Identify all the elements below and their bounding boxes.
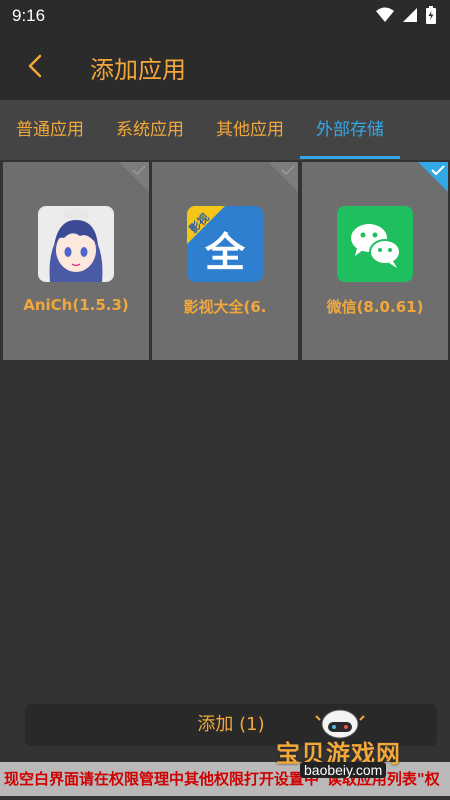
selected-check-icon	[418, 162, 448, 192]
tab-bar: 普通应用 系统应用 其他应用 外部存储	[0, 100, 450, 160]
tab-normal-apps[interactable]: 普通应用	[0, 100, 100, 160]
tab-external-storage[interactable]: 外部存储	[300, 100, 400, 160]
page-title: 添加应用	[90, 56, 186, 84]
watermark-domain: baobeiy.com	[300, 762, 387, 778]
unselected-corner-icon	[119, 162, 149, 192]
status-bar: 9:16	[0, 0, 450, 32]
app-name: AniCh(1.5.3)	[23, 296, 129, 314]
watermark: 宝贝游戏网 baobeiy.com	[270, 706, 440, 784]
app-card[interactable]: 影视 全 影视大全(6.	[152, 162, 298, 360]
tab-system-apps[interactable]: 系统应用	[100, 100, 200, 160]
back-arrow-icon[interactable]	[22, 52, 50, 80]
app-card[interactable]: AniCh(1.5.3)	[3, 162, 149, 360]
yingshi-daquan-icon: 影视 全	[187, 206, 263, 282]
status-icons	[376, 6, 436, 24]
active-tab-indicator	[300, 156, 400, 159]
app-card[interactable]: 微信(8.0.61)	[302, 162, 448, 360]
app-glyph: 全	[205, 230, 245, 276]
wifi-icon	[376, 7, 394, 22]
unselected-corner-icon	[268, 162, 298, 192]
signal-icon	[403, 8, 417, 22]
anime-girl-avatar-icon	[38, 206, 114, 282]
wechat-icon	[337, 206, 413, 282]
app-bar: 添加应用	[0, 32, 450, 100]
battery-icon	[426, 6, 436, 24]
app-name: 影视大全(6.	[183, 298, 267, 316]
app-name: 微信(8.0.61)	[326, 298, 424, 316]
tab-other-apps[interactable]: 其他应用	[200, 100, 300, 160]
status-time: 9:16	[12, 6, 46, 25]
